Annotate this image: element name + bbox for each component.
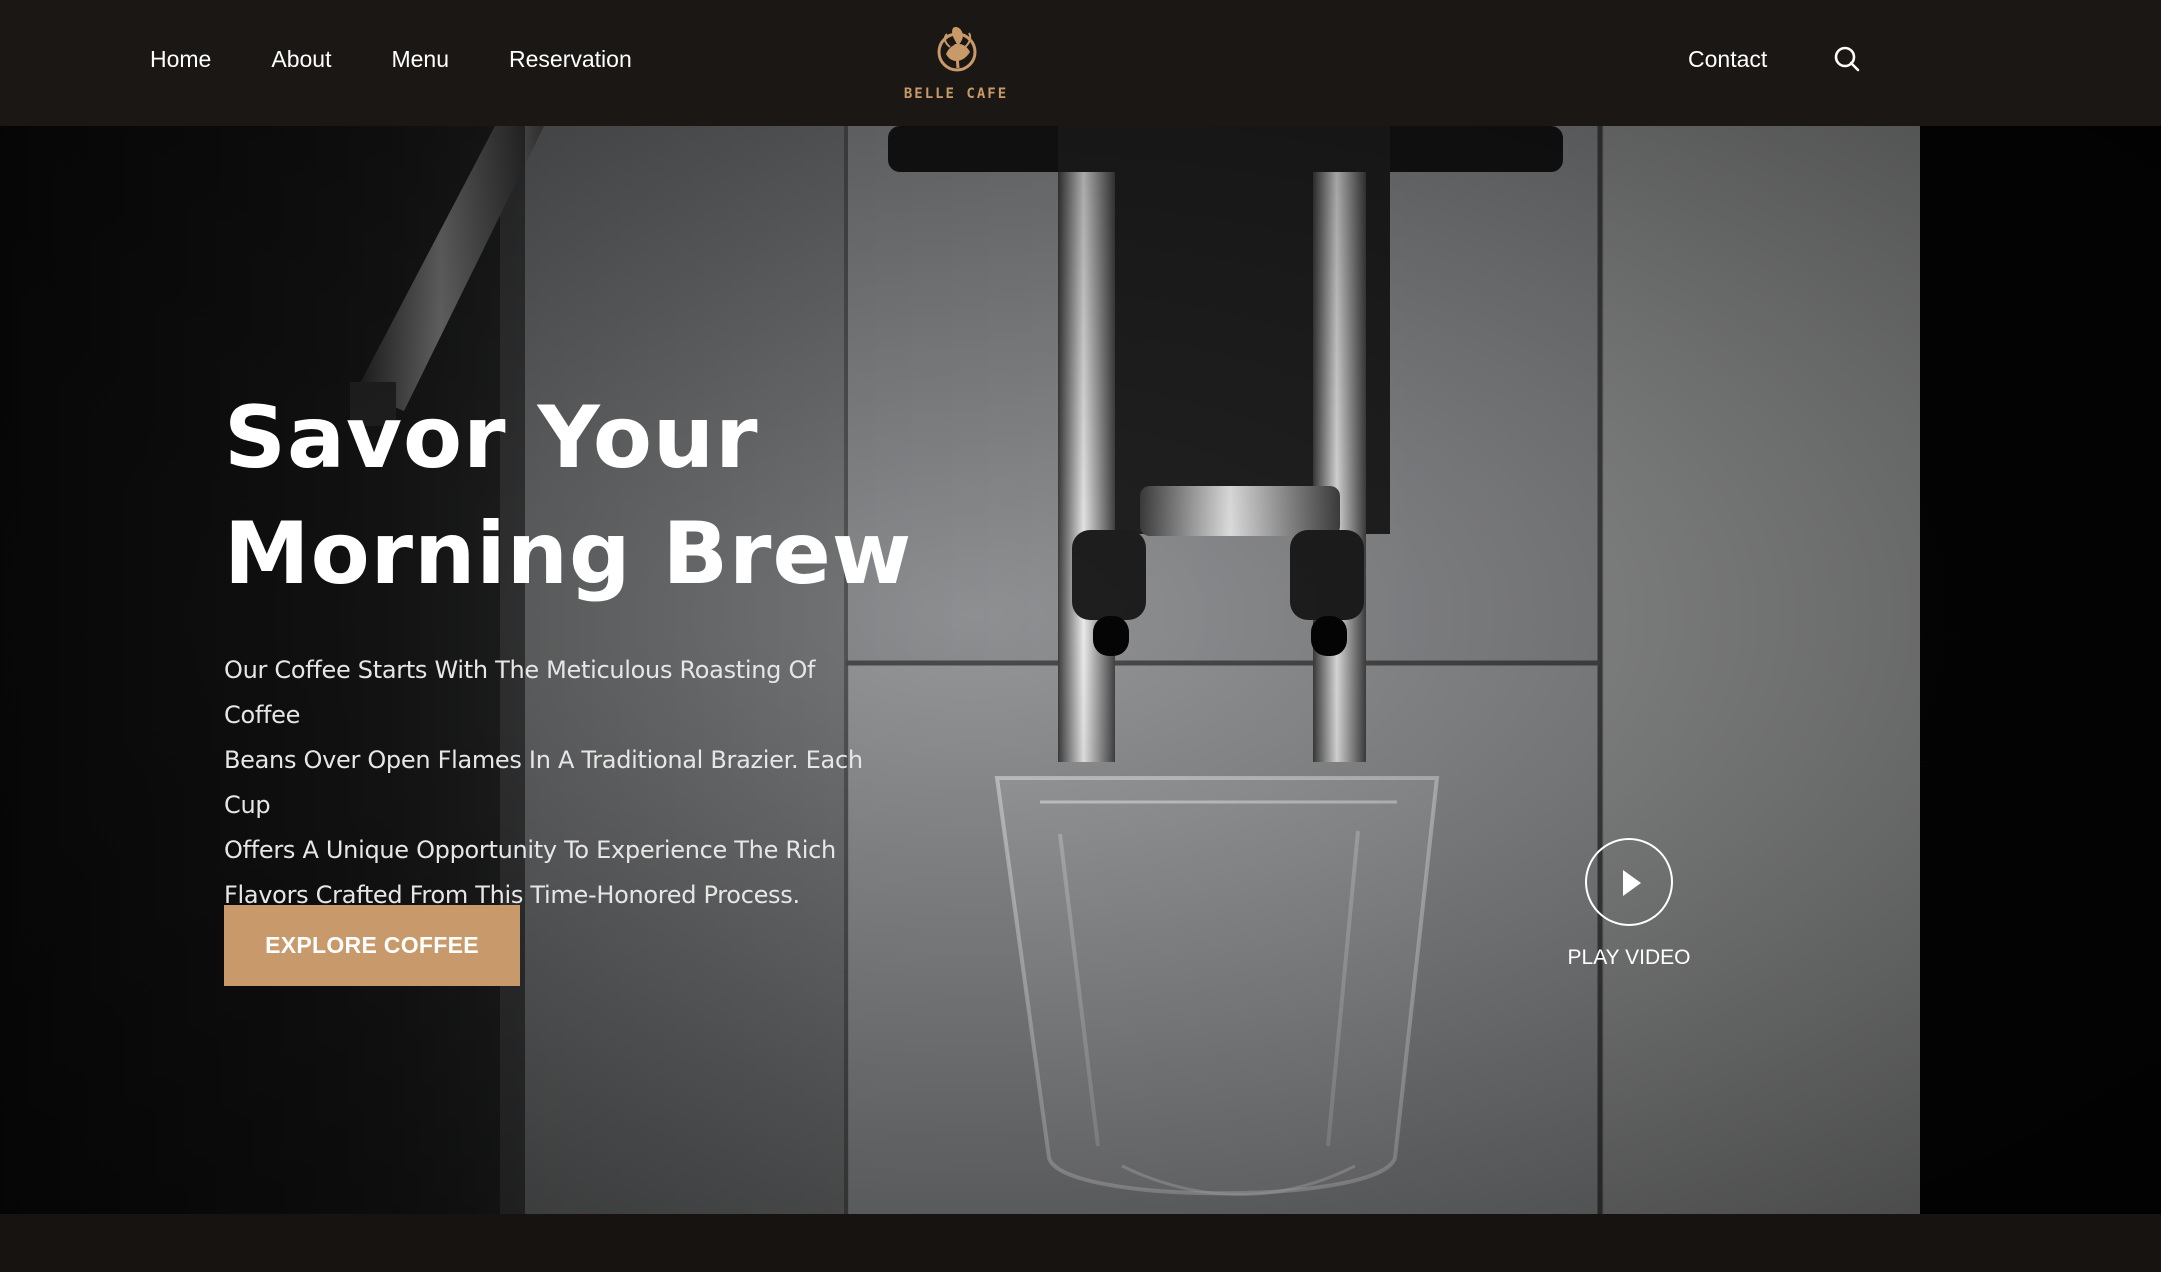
nav-about-link[interactable]: About [271, 46, 331, 73]
hero-section: Savor Your Morning Brew Our Coffee Start… [0, 126, 2161, 1214]
secondary-nav: Contact [1561, 46, 2161, 86]
play-icon [1623, 870, 1641, 896]
search-icon [1834, 46, 1860, 72]
play-video-label: PLAY VIDEO [1567, 946, 1691, 969]
hero-description: Our Coffee Starts With The Meticulous Ro… [224, 648, 884, 918]
nav-contact-link[interactable]: Contact [1688, 46, 1767, 73]
footer-strip [0, 1214, 2161, 1272]
hero-headline: Savor Your Morning Brew [224, 380, 924, 612]
top-navigation-bar: Home About Menu Reservation BELLE CAFE C… [0, 0, 2161, 126]
nav-menu-link[interactable]: Menu [391, 46, 449, 73]
nav-reservation-link[interactable]: Reservation [509, 46, 632, 73]
search-button[interactable] [1831, 43, 1863, 75]
hero-description-line-1: Our Coffee Starts With The Meticulous Ro… [224, 656, 816, 729]
hero-description-line-2: Beans Over Open Flames In A Traditional … [224, 746, 863, 819]
primary-nav: Home About Menu Reservation [150, 46, 692, 73]
play-video-control[interactable]: PLAY VIDEO [1565, 838, 1691, 978]
brand-name-text: BELLE CAFE [903, 86, 1009, 102]
brand-logo[interactable]: BELLE CAFE [898, 16, 1014, 108]
play-video-button[interactable] [1585, 838, 1673, 926]
hero-headline-line-1: Savor Your [224, 388, 759, 488]
cafe-logo-emblem-icon [937, 26, 977, 72]
explore-coffee-button[interactable]: EXPLORE COFFEE [224, 905, 520, 986]
hero-description-line-3: Offers A Unique Opportunity To Experienc… [224, 836, 836, 864]
hero-headline-line-2: Morning Brew [224, 504, 913, 604]
nav-home-link[interactable]: Home [150, 46, 211, 73]
